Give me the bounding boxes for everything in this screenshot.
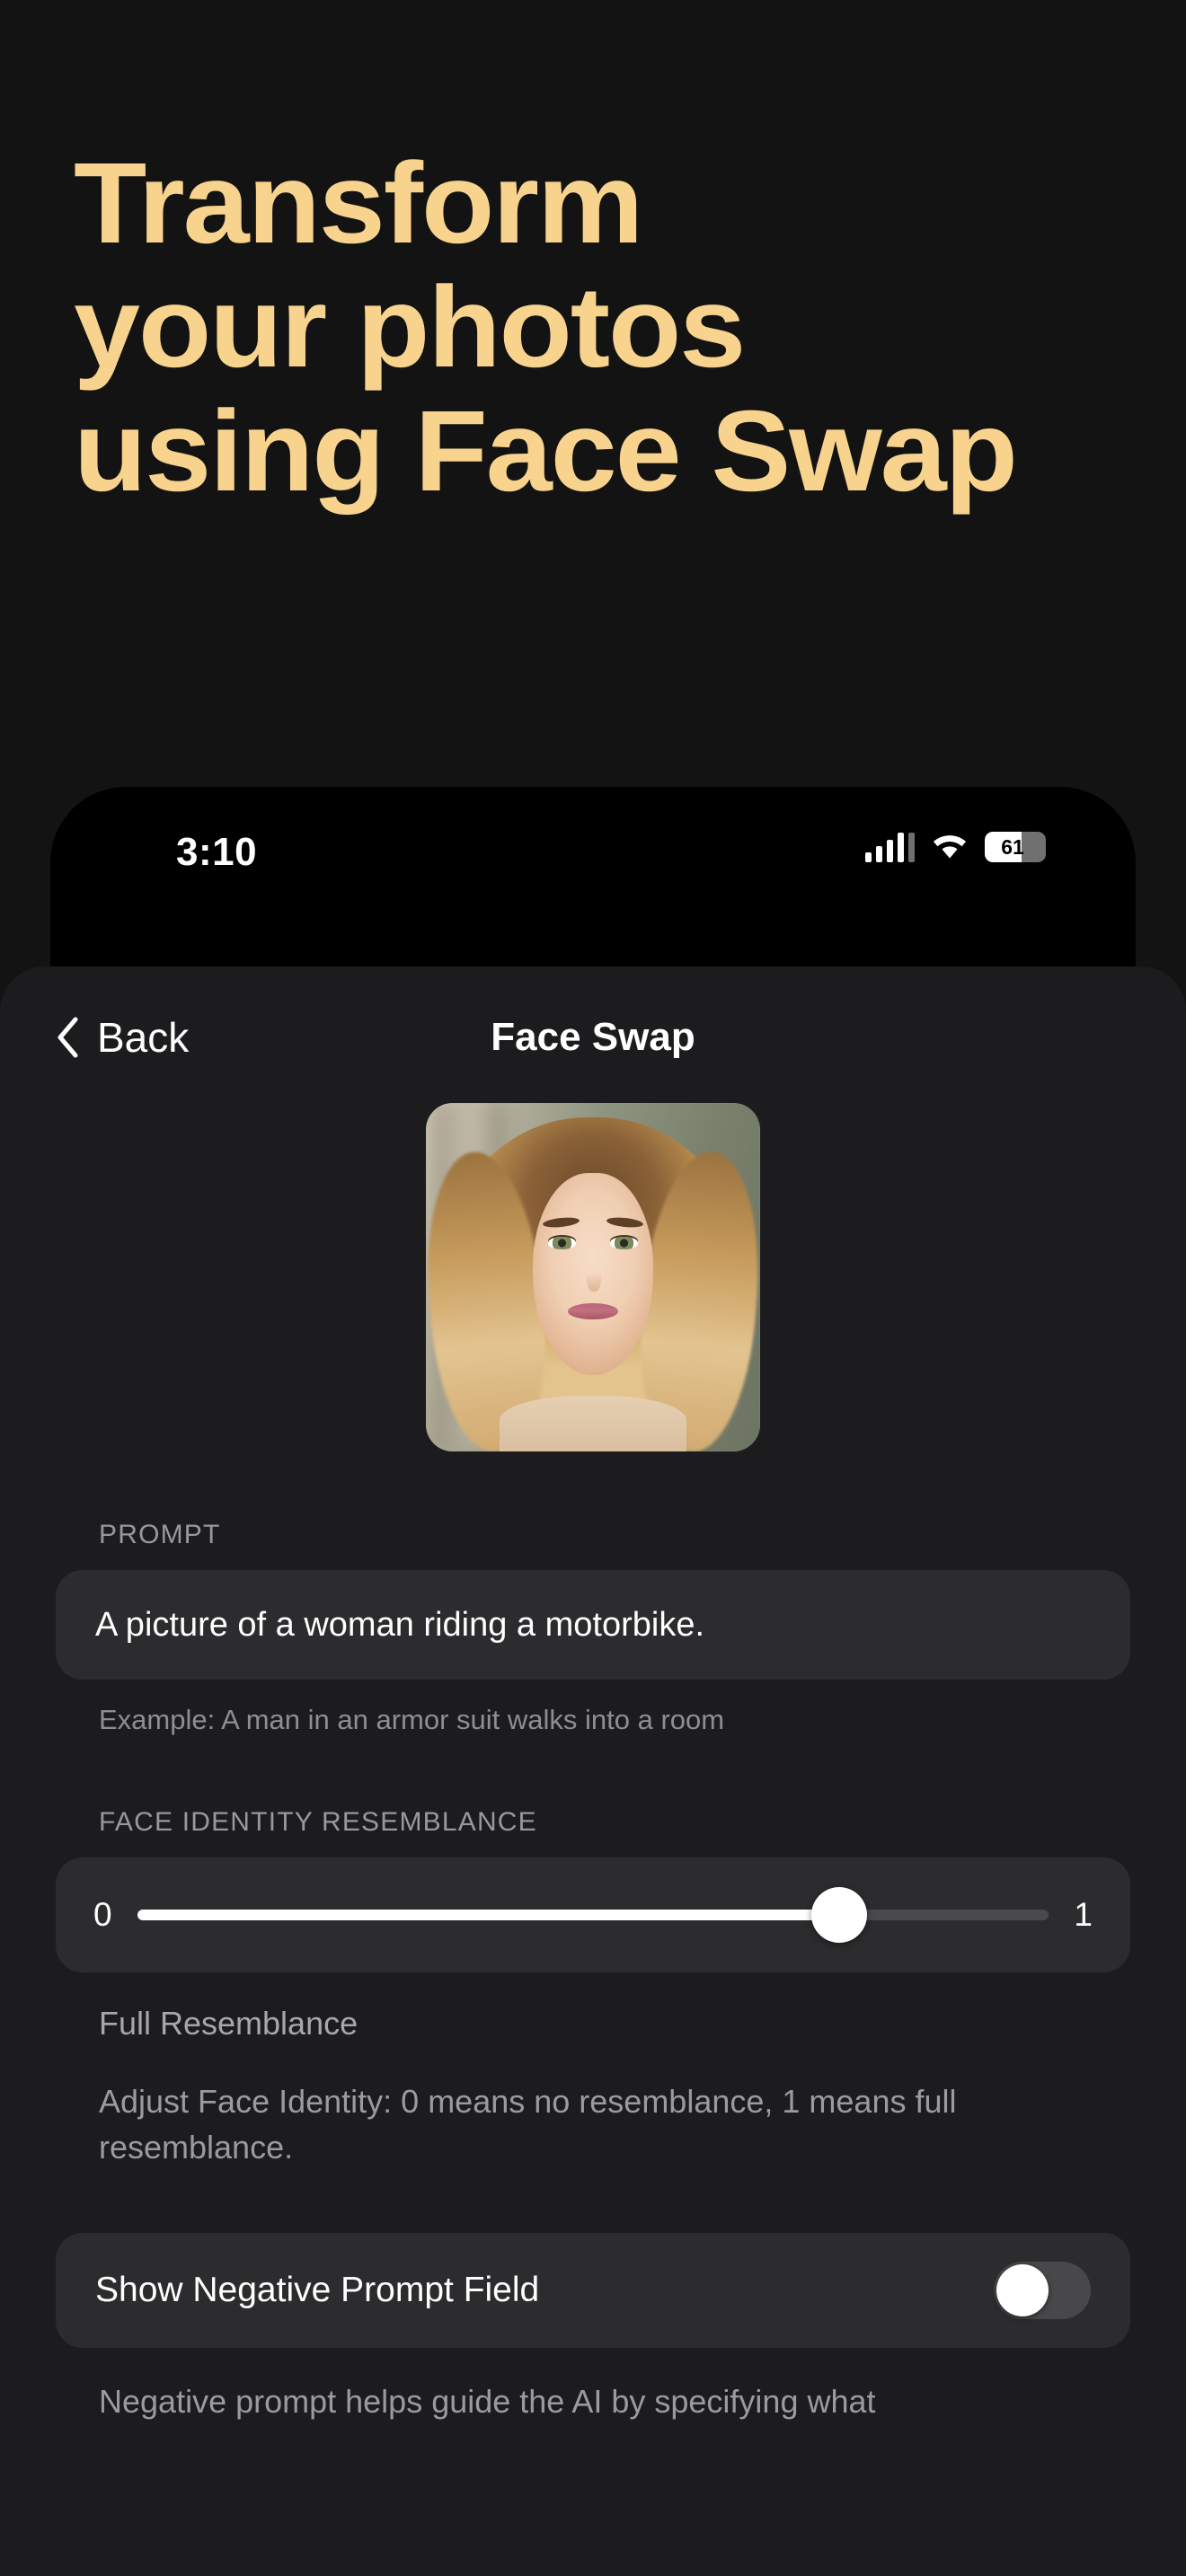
toggle-knob: [996, 2264, 1049, 2317]
photo-lips: [568, 1303, 618, 1319]
slider-fill: [137, 1909, 839, 1920]
battery-percent: 61: [1001, 834, 1024, 859]
prompt-helper-text: Example: A man in an armor suit walks in…: [99, 1704, 725, 1735]
page-title: Face Swap: [491, 1015, 695, 1059]
face-swap-sheet: Back Face Swap PROMPT A picture of a wom…: [0, 966, 1186, 2576]
negative-prompt-footnote: Negative prompt helps guide the AI by sp…: [99, 2383, 876, 2421]
slider-max-label: 1: [1074, 1895, 1093, 1933]
slider-min-label: 0: [93, 1895, 112, 1933]
cellular-bars-icon: [865, 832, 915, 862]
status-bar-time: 3:10: [176, 830, 258, 874]
headline-line-3: using Face Swap: [74, 386, 1018, 516]
resemblance-slider[interactable]: [137, 1886, 1049, 1943]
resemblance-section-label: FACE IDENTITY RESEMBLANCE: [99, 1806, 537, 1837]
battery-icon: 61: [985, 832, 1046, 862]
headline-line-1: Transform: [74, 139, 643, 268]
promo-screenshot: Transform your photos using Face Swap 3:…: [0, 0, 1186, 2576]
status-bar: 3:10 61: [50, 787, 1136, 943]
source-face-photo[interactable]: [426, 1103, 760, 1451]
resemblance-description: Adjust Face Identity: 0 means no resembl…: [99, 2082, 957, 2166]
prompt-input[interactable]: A picture of a woman riding a motorbike.: [56, 1570, 1130, 1680]
photo-nose: [586, 1259, 602, 1292]
wifi-icon: [934, 835, 966, 859]
source-image-container[interactable]: [0, 1103, 1186, 1451]
slider-thumb[interactable]: [811, 1886, 867, 1943]
settings-content: PROMPT A picture of a woman riding a mot…: [0, 1520, 1186, 2424]
nav-bar: Back Face Swap: [0, 966, 1186, 1099]
negative-prompt-toggle-label: Show Negative Prompt Field: [95, 2271, 540, 2310]
prompt-input-value: A picture of a woman riding a motorbike.: [95, 1605, 705, 1644]
resemblance-caption: Full Resemblance: [99, 2004, 358, 2042]
promo-headline: Transform your photos using Face Swap: [74, 146, 1152, 508]
photo-eye-left: [548, 1237, 577, 1249]
resemblance-slider-card[interactable]: 0 1: [56, 1857, 1130, 1972]
negative-prompt-toggle-row[interactable]: Show Negative Prompt Field: [56, 2233, 1130, 2349]
photo-shoulders: [499, 1395, 687, 1451]
status-bar-indicators: 61: [865, 832, 1046, 862]
photo-eye-right: [609, 1237, 638, 1249]
prompt-section-label: PROMPT: [99, 1520, 221, 1549]
negative-prompt-toggle[interactable]: [994, 2262, 1091, 2320]
headline-line-2: your photos: [74, 262, 746, 392]
